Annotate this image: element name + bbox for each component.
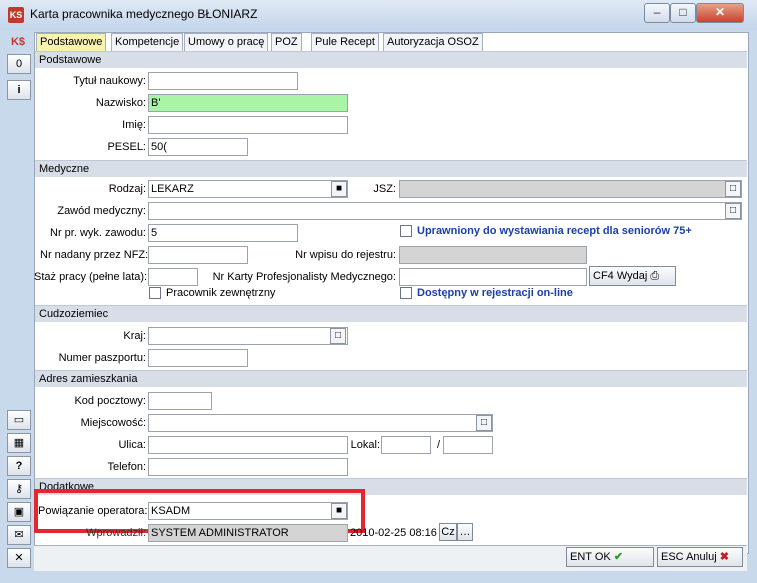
telefon-label: Telefon:	[107, 461, 146, 473]
jsz-picker-icon[interactable]: □	[725, 181, 741, 197]
miejscowosc-input[interactable]	[148, 414, 493, 432]
karta-input[interactable]	[399, 268, 587, 286]
wprowadzil-label: Wprowadził:	[86, 527, 146, 539]
staz-input[interactable]	[148, 268, 198, 286]
cancel-x-icon: ✖	[719, 551, 729, 563]
window-title: Karta pracownika medycznego BŁONIARZ	[30, 7, 258, 21]
nr-pr-input[interactable]: 5	[148, 224, 298, 242]
lokal2-input[interactable]	[443, 436, 493, 454]
minimize-icon[interactable]: –	[644, 3, 670, 23]
tab-umowy[interactable]: Umowy o pracę	[184, 33, 269, 51]
tab-pule-recept[interactable]: Pule Recept	[311, 33, 379, 51]
maximize-icon[interactable]: □	[670, 3, 696, 23]
tytul-input[interactable]	[148, 72, 298, 90]
mail-icon[interactable]: ✉	[7, 525, 31, 545]
section-cudzoziemiec: Cudzoziemiec	[35, 305, 747, 322]
miejscowosc-picker-icon[interactable]: □	[476, 415, 492, 431]
senior-label: Uprawniony do wystawiania recept dla sen…	[417, 225, 692, 237]
lokal-separator: /	[436, 439, 440, 451]
toolbar-button-zero[interactable]: 0	[7, 54, 31, 74]
rodzaj-input[interactable]: LEKARZ	[148, 180, 348, 198]
tytul-label: Tytuł naukowy:	[73, 75, 146, 87]
print-icon: ⎙	[650, 270, 660, 282]
cancel-button[interactable]: ESC Anuluj ✖	[657, 547, 743, 567]
kraj-input[interactable]	[148, 327, 348, 345]
zewnetrzny-label: Pracownik zewnętrzny	[166, 287, 276, 299]
ulica-label: Ulica:	[118, 439, 146, 451]
section-adres: Adres zamieszkania	[35, 370, 747, 387]
monitor-icon[interactable]: ▭	[7, 410, 31, 430]
lokal-input[interactable]	[381, 436, 431, 454]
rodzaj-dropdown-icon[interactable]: ■	[331, 181, 347, 197]
tab-kompetencje[interactable]: Kompetencje	[111, 33, 184, 51]
zewnetrzny-checkbox[interactable]	[149, 287, 161, 299]
ulica-input[interactable]	[148, 436, 348, 454]
jsz-input[interactable]	[399, 180, 742, 198]
miejscowosc-label: Miejscowość:	[80, 417, 146, 429]
ok-label: ENT OK	[570, 551, 611, 563]
kraj-picker-icon[interactable]: □	[330, 328, 346, 344]
close-icon[interactable]: ✕	[696, 3, 744, 23]
zawod-label: Zawód medyczny:	[57, 205, 146, 217]
section-podstawowe: Podstawowe	[35, 51, 747, 68]
zawod-picker-icon[interactable]: □	[725, 203, 741, 219]
wprowadzil-date: 2010-02-25 08:16	[350, 527, 437, 539]
senior-checkbox[interactable]	[400, 225, 412, 237]
help-icon[interactable]: ?	[7, 456, 31, 476]
rejestr-label: Nr wpisu do rejestru:	[295, 249, 396, 261]
image-icon[interactable]: ▣	[7, 502, 31, 522]
exit-icon[interactable]: ✕	[7, 548, 31, 568]
staz-label: Staż pracy (pełne lata):	[34, 271, 148, 283]
jsz-label: JSZ:	[373, 183, 396, 195]
kod-input[interactable]	[148, 392, 212, 410]
tab-autoryzacja[interactable]: Autoryzacja OSOZ	[383, 33, 483, 51]
imie-input[interactable]	[148, 116, 348, 134]
tab-podstawowe[interactable]: Podstawowe	[36, 33, 107, 51]
ok-button[interactable]: ENT OK ✔	[566, 547, 654, 567]
wprowadzil-input: SYSTEM ADMINISTRATOR	[148, 524, 348, 542]
key-icon[interactable]: ⚷	[7, 479, 31, 499]
calculator-icon[interactable]: ▦	[7, 433, 31, 453]
nr-pr-label: Nr pr. wyk. zawodu:	[50, 227, 146, 239]
paszport-label: Numer paszportu:	[58, 352, 146, 364]
karta-label: Nr Karty Profesjonalisty Medycznego:	[212, 271, 396, 283]
lokal-label: Lokal:	[350, 439, 380, 451]
nazwisko-input[interactable]: B'	[148, 94, 348, 112]
wydaj-label: CF4 Wydaj	[593, 270, 648, 282]
app-icon: KS	[8, 7, 24, 23]
cancel-label: ESC Anuluj	[661, 551, 717, 563]
nfz-label: Nr nadany przez NFZ:	[40, 249, 149, 261]
pesel-label: PESEL:	[107, 141, 146, 153]
nazwisko-label: Nazwisko:	[95, 97, 146, 109]
tab-poz[interactable]: POZ	[271, 33, 302, 51]
form-panel	[34, 32, 749, 554]
app-logo-icon: K$	[10, 36, 26, 48]
kod-label: Kod pocztowy:	[74, 395, 146, 407]
rodzaj-label: Rodzaj:	[108, 183, 146, 195]
cz-button[interactable]: Cz	[439, 523, 457, 541]
paszport-input[interactable]	[148, 349, 248, 367]
telefon-input[interactable]	[148, 458, 348, 476]
kraj-label: Kraj:	[123, 330, 146, 342]
rejestr-input[interactable]	[399, 246, 587, 264]
pesel-input[interactable]: 50(	[148, 138, 248, 156]
nfz-input[interactable]	[148, 246, 248, 264]
imie-label: Imię:	[122, 119, 146, 131]
online-checkbox[interactable]	[400, 287, 412, 299]
zawod-input[interactable]	[148, 202, 742, 220]
more-button[interactable]: …	[457, 523, 473, 541]
info-icon[interactable]: i	[7, 80, 31, 100]
checkmark-icon: ✔	[613, 551, 624, 563]
online-label: Dostępny w rejestracji on-line	[417, 287, 573, 299]
section-medyczne: Medyczne	[35, 160, 747, 177]
wydaj-button[interactable]: CF4 Wydaj ⎙	[589, 266, 676, 286]
